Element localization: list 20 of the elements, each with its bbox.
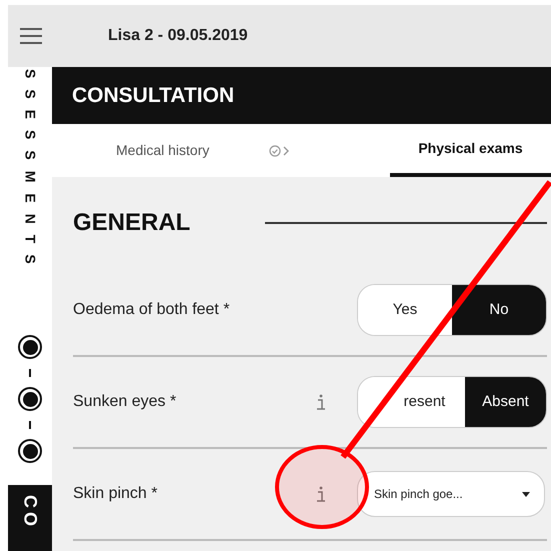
toggle-option[interactable]: No xyxy=(452,285,546,335)
info-icon[interactable] xyxy=(314,393,328,411)
menu-icon[interactable] xyxy=(20,28,42,44)
sidebar-tab[interactable]: CO xyxy=(8,485,52,551)
sidebar-label[interactable]: SSESSMENTS xyxy=(20,69,40,299)
step-indicator[interactable] xyxy=(18,335,42,359)
step-indicator[interactable] xyxy=(18,439,42,463)
tab[interactable]: Medical history xyxy=(52,124,210,177)
sidebar-tab-label: CO xyxy=(20,495,42,532)
section-title: GENERAL xyxy=(73,208,192,238)
step-indicator[interactable] xyxy=(18,387,42,411)
dropdown-field[interactable]: Skin pinch goe... xyxy=(357,471,545,517)
caret-icon xyxy=(522,492,530,496)
info-icon[interactable] xyxy=(314,485,328,503)
header-title: CONSULTATION xyxy=(72,82,234,109)
question-label: Oedema of both feet * xyxy=(73,300,231,320)
question-label: Sunken eyes * xyxy=(73,392,178,412)
toggle-option[interactable]: Absent xyxy=(465,377,546,427)
patient-title: Lisa 2 - 09.05.2019 xyxy=(108,26,248,46)
question-label: Skin pinch * xyxy=(73,484,158,504)
